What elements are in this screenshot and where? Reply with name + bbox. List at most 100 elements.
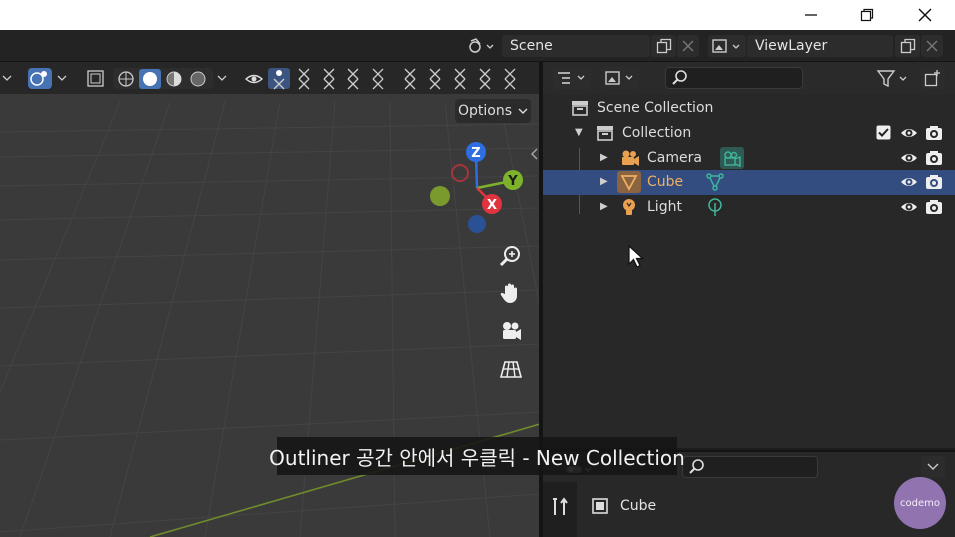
outliner-row-collection[interactable]: ▼ Collection	[543, 121, 955, 146]
collection-label: Collection	[622, 125, 692, 141]
camera-view-button[interactable]	[494, 314, 528, 348]
copy-icon	[900, 38, 915, 54]
object-icon	[591, 497, 609, 519]
outliner-list-icon	[558, 72, 585, 84]
cube-label: Cube	[647, 174, 684, 190]
subtitle-text: Outliner 공간 안에서 우클릭 - New Collection	[269, 445, 685, 470]
outliner-row-camera[interactable]: ▶ Camera	[543, 146, 955, 171]
camera-label: Camera	[647, 150, 702, 166]
toggle-perspective-button[interactable]	[494, 352, 528, 386]
watermark-logo: codemo	[894, 477, 946, 529]
camera-data-icon[interactable]	[720, 147, 744, 169]
tool-tab[interactable]	[547, 496, 573, 518]
expand-arrow-icon[interactable]: ▶	[600, 201, 608, 212]
scene-name-text: Scene	[510, 38, 553, 54]
exclude-checkbox[interactable]	[876, 125, 891, 140]
options-dropdown[interactable]: Options	[455, 99, 531, 123]
light-object-icon	[619, 197, 639, 217]
chevron-down-icon	[518, 108, 528, 114]
top-header: Scene ViewLayer	[0, 30, 955, 62]
video-subtitle: Outliner 공간 안에서 우클릭 - New Collection	[269, 437, 685, 475]
scene-selector-button[interactable]	[464, 35, 500, 57]
minimize-icon	[805, 14, 817, 16]
scene-collection-label: Scene Collection	[597, 100, 714, 116]
delete-viewlayer-button[interactable]	[921, 35, 943, 57]
light-data-icon[interactable]	[705, 197, 725, 217]
new-scene-button[interactable]	[651, 35, 676, 57]
viewlayer-name-text: ViewLayer	[755, 38, 828, 54]
watermark-text: codemo	[900, 497, 940, 509]
outliner-header	[543, 62, 955, 94]
new-collection-icon	[924, 70, 940, 87]
render-camera-icon[interactable]	[924, 123, 944, 143]
filter-dropdown[interactable]	[873, 67, 913, 89]
eye-icon[interactable]	[899, 197, 919, 217]
properties-tabs	[543, 482, 577, 537]
object-name-label: Cube	[620, 498, 657, 514]
navigation-gizmo[interactable]: Z Y X	[425, 140, 535, 236]
tools-icon	[553, 497, 568, 515]
viewport-header	[0, 62, 540, 94]
outliner-row-light[interactable]: ▶ Light	[543, 195, 955, 220]
close-button[interactable]	[897, 0, 953, 30]
eye-icon[interactable]	[899, 148, 919, 168]
display-mode-dropdown[interactable]	[553, 67, 591, 89]
collection-icon	[595, 123, 615, 143]
expand-arrow-icon[interactable]: ▶	[600, 176, 608, 187]
gizmo-z-label: Z	[471, 146, 480, 161]
collapse-sidebar-icon[interactable]	[529, 148, 539, 160]
properties-options-dropdown[interactable]	[921, 456, 945, 478]
restore-icon	[860, 8, 874, 22]
chevron-down-icon	[927, 463, 939, 470]
outliner-row-scene-collection[interactable]: Scene Collection	[543, 96, 955, 121]
filter-view-dropdown[interactable]	[601, 67, 639, 89]
grid-perspective-icon	[499, 361, 523, 378]
search-icon	[672, 70, 687, 85]
mesh-data-icon[interactable]	[705, 172, 725, 192]
scene-collection-icon	[570, 98, 590, 118]
viewport-header-icons	[2, 68, 516, 90]
new-collection-button[interactable]	[921, 67, 945, 89]
window-titlebar	[0, 0, 955, 30]
camera-object-icon	[619, 148, 641, 168]
render-camera-icon[interactable]	[924, 148, 944, 168]
eye-icon[interactable]	[899, 123, 919, 143]
options-label: Options	[457, 103, 513, 119]
properties-search-input[interactable]	[682, 456, 818, 478]
camera-icon	[503, 322, 521, 340]
pan-button[interactable]	[494, 276, 528, 310]
outliner-panel[interactable]: Scene Collection ▼ Collection ▶ Camera ▶…	[543, 62, 955, 448]
mesh-object-icon	[617, 171, 641, 193]
gizmo-x-label: X	[487, 198, 497, 213]
zoom-icon	[499, 246, 520, 267]
scene-icon	[469, 38, 494, 53]
outliner-search-input[interactable]	[665, 67, 803, 89]
checkbox-checked-icon	[876, 125, 891, 140]
eye-icon[interactable]	[899, 172, 919, 192]
zoom-button[interactable]	[494, 239, 528, 273]
view-layer-icon	[712, 39, 740, 53]
hand-icon	[500, 283, 517, 303]
restore-button[interactable]	[839, 0, 895, 30]
outliner-row-cube[interactable]: ▶ Cube	[543, 170, 955, 195]
minimize-button[interactable]	[783, 0, 839, 30]
expand-arrow-icon[interactable]: ▶	[600, 152, 608, 163]
viewlayer-name-field[interactable]: ViewLayer	[747, 35, 893, 57]
mouse-cursor-icon	[628, 244, 645, 268]
search-icon	[689, 459, 704, 474]
viewlayer-selector-button[interactable]	[708, 35, 746, 57]
view-layer-icon	[605, 71, 633, 85]
render-camera-icon[interactable]	[924, 172, 944, 192]
gizmo-y-label: Y	[507, 174, 518, 189]
delete-scene-button[interactable]	[677, 35, 699, 57]
filter-icon	[876, 70, 907, 87]
new-viewlayer-button[interactable]	[895, 35, 920, 57]
close-icon	[918, 8, 932, 22]
light-label: Light	[647, 199, 682, 215]
x-icon	[926, 40, 938, 52]
x-icon	[682, 40, 694, 52]
copy-icon	[656, 38, 671, 54]
scene-name-field[interactable]: Scene	[502, 35, 650, 57]
render-camera-icon[interactable]	[924, 197, 944, 217]
expand-arrow-icon[interactable]: ▼	[575, 127, 583, 138]
